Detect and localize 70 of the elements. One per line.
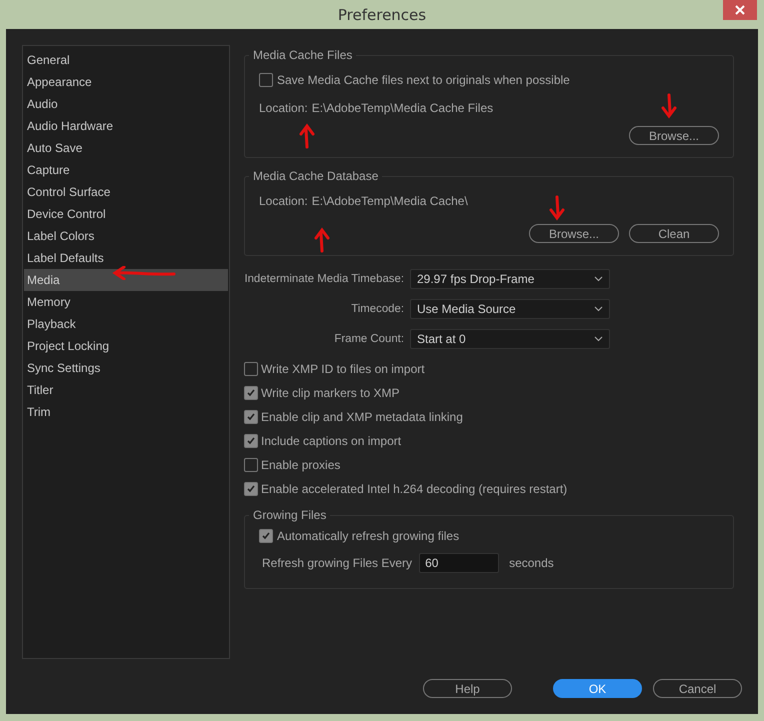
sidebar-item[interactable]: Label Colors	[24, 225, 228, 247]
sidebar-item[interactable]: Sync Settings	[24, 357, 228, 379]
checkbox[interactable]	[244, 458, 258, 472]
sidebar-item[interactable]: Project Locking	[24, 335, 228, 357]
sidebar-item[interactable]: Appearance	[24, 71, 228, 93]
checkmark-icon	[246, 388, 256, 398]
chevron-down-icon	[594, 306, 603, 312]
close-icon	[735, 5, 745, 15]
window-title: Preferences	[338, 6, 426, 24]
dropdown[interactable]: 29.97 fps Drop-Frame	[410, 269, 610, 289]
checkbox-label: Save Media Cache files next to originals when possible	[277, 73, 570, 87]
browse-button[interactable]: Browse...	[629, 126, 719, 145]
unit-label: seconds	[509, 556, 554, 570]
checkbox-label: Enable clip and XMP metadata linking	[261, 410, 463, 424]
interval-field[interactable]: 60	[419, 553, 500, 573]
field-label: Indeterminate Media Timebase:	[244, 273, 404, 285]
sidebar-item[interactable]: General	[24, 49, 228, 71]
checkbox[interactable]	[244, 482, 258, 496]
sidebar-item[interactable]: Auto Save	[24, 137, 228, 159]
sidebar-item[interactable]: Playback	[24, 313, 228, 335]
location-label: Location:	[259, 101, 308, 115]
sidebar-item[interactable]: Titler	[24, 379, 228, 401]
field-label: Frame Count:	[333, 333, 404, 345]
checkbox[interactable]	[244, 410, 258, 424]
checkbox-label: Enable proxies	[261, 458, 340, 472]
sidebar-item[interactable]: Label Defaults	[24, 247, 228, 269]
checkbox[interactable]	[244, 386, 258, 400]
annotation-arrow-icon	[659, 93, 679, 119]
field-label: Refresh growing Files Every	[262, 556, 412, 570]
chevron-down-icon	[594, 336, 603, 342]
sidebar-item[interactable]: Audio	[24, 93, 228, 115]
checkmark-icon	[246, 436, 256, 446]
dropdown[interactable]: Use Media Source	[410, 299, 610, 319]
checkmark-icon	[246, 484, 256, 494]
sidebar-item[interactable]: Capture	[24, 159, 228, 181]
checkbox-label: Write clip markers to XMP	[261, 386, 400, 400]
sidebar-item[interactable]: Trim	[24, 401, 228, 423]
checkmark-icon	[246, 412, 256, 422]
dialog-button[interactable]: Cancel	[653, 679, 742, 698]
location-path: E:\AdobeTemp\Media Cache\	[312, 194, 468, 208]
checkbox[interactable]	[244, 362, 258, 376]
checkbox[interactable]	[259, 529, 273, 543]
dropdown[interactable]: Start at 0	[410, 329, 610, 349]
location-label: Location:	[259, 194, 308, 208]
clean-button[interactable]: Clean	[629, 224, 719, 243]
sidebar-item[interactable]: Media	[24, 269, 228, 291]
checkbox-label: Include captions on import	[261, 434, 402, 448]
close-button[interactable]	[723, 0, 757, 20]
sidebar-item[interactable]: Memory	[24, 291, 228, 313]
checkbox-label: Enable accelerated Intel h.264 decoding (requires restart)	[261, 482, 568, 496]
browse-button[interactable]: Browse...	[529, 224, 619, 243]
checkbox-label: Write XMP ID to files on import	[261, 362, 425, 376]
location-path: E:\AdobeTemp\Media Cache Files	[312, 101, 494, 115]
annotation-arrow-icon	[297, 123, 317, 149]
group-title: Media Cache Files	[249, 48, 356, 62]
sidebar-item[interactable]: Audio Hardware	[24, 115, 228, 137]
annotation-arrow-icon	[112, 266, 176, 280]
annotation-arrow-icon	[312, 227, 332, 253]
annotation-arrow-icon	[547, 195, 567, 221]
group-title: Growing Files	[249, 508, 330, 522]
sidebar-item[interactable]: Control Surface	[24, 181, 228, 203]
checkbox[interactable]	[244, 434, 258, 448]
sidebar-item[interactable]: Device Control	[24, 203, 228, 225]
field-label: Timecode:	[350, 303, 404, 315]
checkbox-label: Automatically refresh growing files	[277, 529, 460, 543]
dialog-button[interactable]: Help	[423, 679, 512, 698]
group-title: Media Cache Database	[249, 169, 382, 183]
checkmark-icon	[261, 531, 271, 541]
checkbox[interactable]	[259, 73, 273, 87]
chevron-down-icon	[594, 276, 603, 282]
